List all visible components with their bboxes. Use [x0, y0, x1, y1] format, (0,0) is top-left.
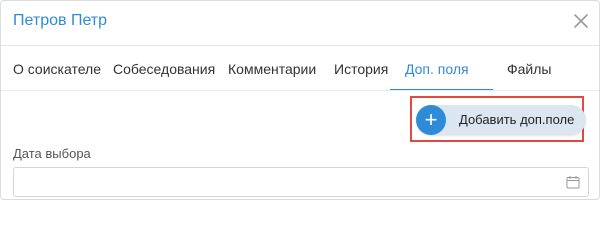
tab-bar: О соискателе Собеседования Комментарии И…	[1, 46, 599, 90]
tab-comments[interactable]: Комментарии	[228, 46, 316, 90]
tab-history[interactable]: История	[334, 46, 388, 90]
add-extra-field-label: Добавить доп.поле	[459, 112, 575, 127]
tab-extra-fields[interactable]: Доп. поля	[405, 46, 469, 90]
dialog-title: Петров Петр	[13, 12, 108, 29]
plus-icon: +	[416, 105, 446, 135]
tab-files[interactable]: Файлы	[507, 46, 551, 90]
dialog: Петров Петр О соискателе Собеседования К…	[0, 0, 600, 200]
calendar-icon[interactable]	[566, 175, 580, 189]
tab-candidate[interactable]: О соискателе	[13, 46, 101, 90]
selection-date-label: Дата выбора	[13, 146, 91, 161]
tab-interviews[interactable]: Собеседования	[113, 46, 215, 90]
selection-date-input[interactable]	[13, 167, 589, 197]
close-icon[interactable]	[573, 13, 589, 29]
add-extra-field-button[interactable]: + Добавить доп.поле	[416, 105, 586, 135]
tabs-divider	[1, 90, 599, 91]
